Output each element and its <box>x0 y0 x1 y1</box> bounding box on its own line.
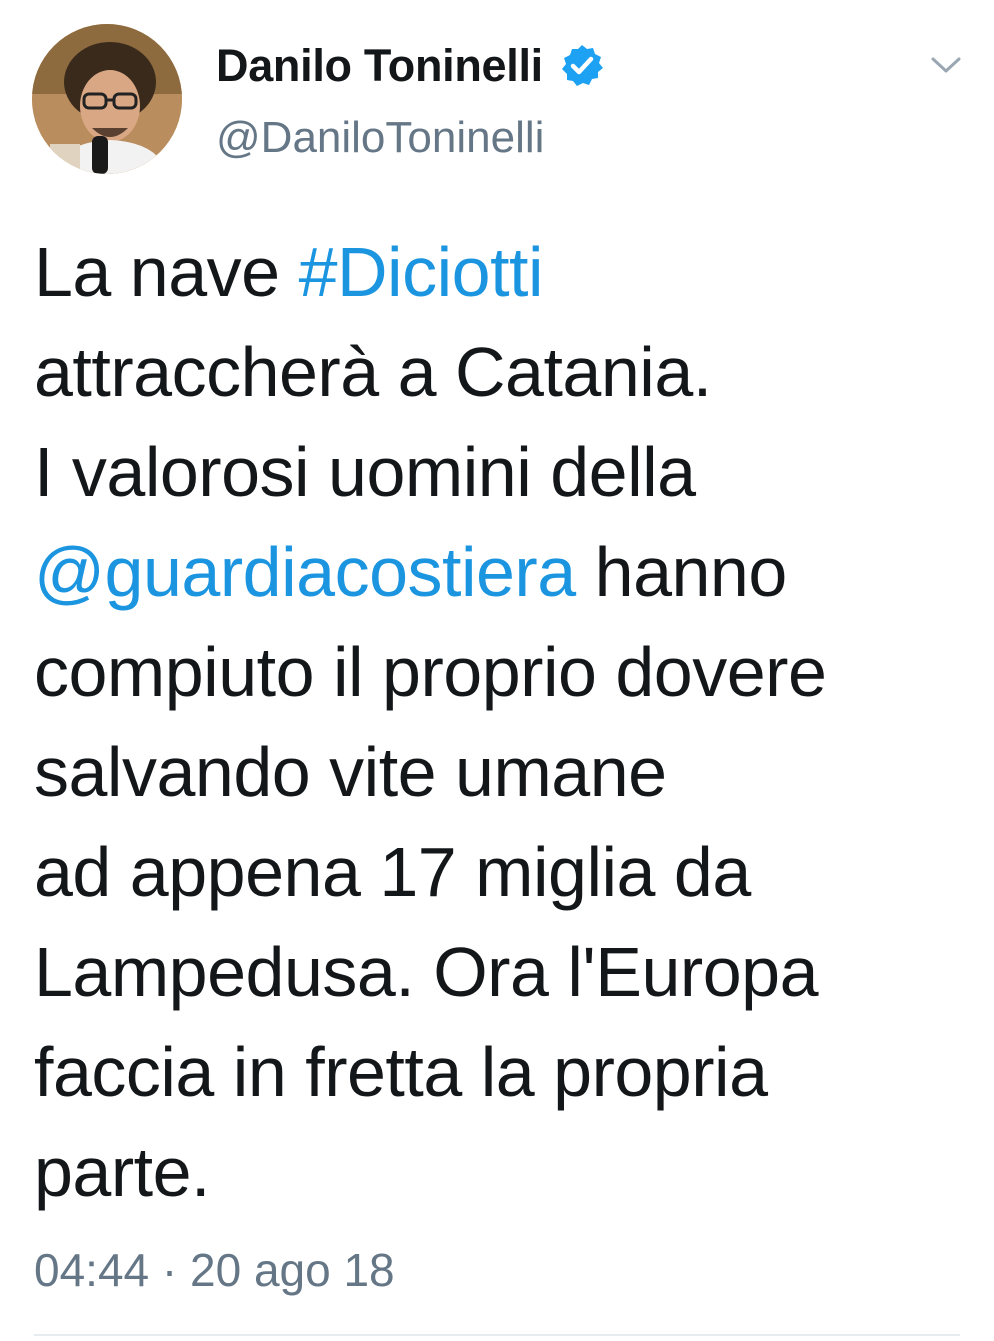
divider <box>34 1334 960 1336</box>
tweet-card: Danilo Toninelli @DaniloToninelli La nav… <box>0 0 994 1341</box>
hashtag-link[interactable]: #Diciotti <box>299 233 544 311</box>
display-name[interactable]: Danilo Toninelli <box>216 40 543 92</box>
verified-badge-icon <box>559 43 605 89</box>
text-segment: compiuto il proprio dovere <box>34 633 827 711</box>
tweet-line: parte. <box>34 1122 964 1222</box>
tweet-line: faccia in fretta la propria <box>34 1022 964 1122</box>
tweet-line: attraccherà a Catania. <box>34 322 964 422</box>
text-segment: hanno <box>575 533 788 611</box>
tweet-line: I valorosi uomini della <box>34 422 964 522</box>
tweet-line: La nave #Diciotti <box>34 222 964 322</box>
text-segment: I valorosi uomini della <box>34 433 696 511</box>
text-segment: La nave <box>34 233 299 311</box>
text-segment: ad appena 17 miglia da <box>34 833 751 911</box>
tweet-line: salvando vite umane <box>34 722 964 822</box>
user-handle[interactable]: @DaniloToninelli <box>216 108 544 168</box>
text-segment: salvando vite umane <box>34 733 667 811</box>
text-segment: Lampedusa. Ora l'Europa <box>34 933 819 1011</box>
mention-link[interactable]: @guardiacostiera <box>34 533 576 611</box>
tweet-line: Lampedusa. Ora l'Europa <box>34 922 964 1022</box>
chevron-down-icon[interactable] <box>928 50 964 80</box>
avatar-photo <box>32 24 182 174</box>
tweet-line: ad appena 17 miglia da <box>34 822 964 922</box>
tweet-timestamp[interactable]: 04:44 · 20 ago 18 <box>34 1240 395 1300</box>
text-segment: attraccherà a Catania. <box>34 333 712 411</box>
avatar[interactable] <box>32 24 182 174</box>
text-segment: parte. <box>34 1133 211 1211</box>
tweet-text: La nave #Diciotti attraccherà a Catania.… <box>34 222 964 1222</box>
tweet-line: compiuto il proprio dovere <box>34 622 964 722</box>
author-name-row[interactable]: Danilo Toninelli <box>216 36 605 96</box>
text-segment: faccia in fretta la propria <box>34 1033 768 1111</box>
tweet-line: @guardiacostiera hanno <box>34 522 964 622</box>
